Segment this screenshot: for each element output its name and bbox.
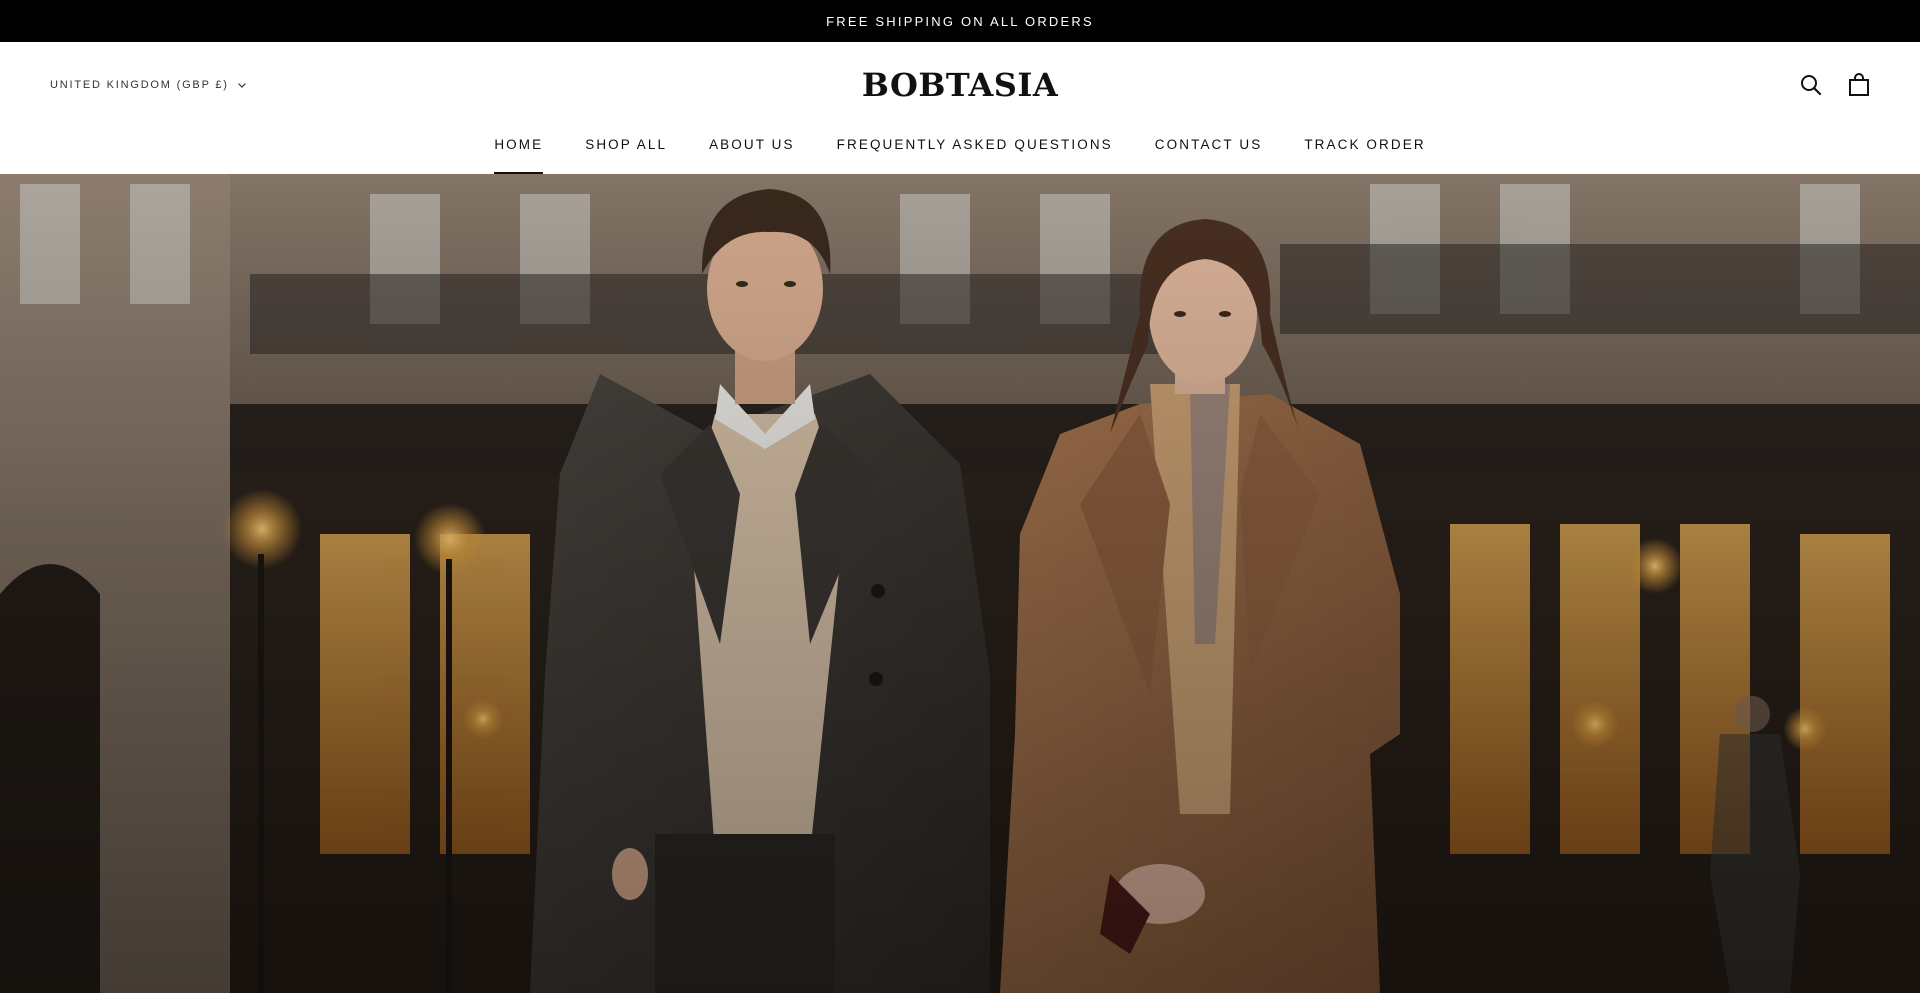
cart-icon [1849,73,1869,96]
nav-item-label: ABOUT US [709,137,795,152]
main-nav: HOME SHOP ALL ABOUT US FREQUENTLY ASKED … [0,134,1920,174]
nav-item-label: FREQUENTLY ASKED QUESTIONS [836,137,1113,152]
currency-label: UNITED KINGDOM (GBP £) [50,79,229,91]
nav-item-label: SHOP ALL [585,137,668,152]
hero-banner[interactable] [0,174,1920,993]
nav-item-label: HOME [494,137,544,152]
currency-selector[interactable]: UNITED KINGDOM (GBP £) [50,79,247,91]
nav-item-about-us[interactable]: ABOUT US [709,134,795,174]
site-header: UNITED KINGDOM (GBP £) BOBTASIA HOME SHO… [0,42,1920,174]
site-logo-wrap: BOBTASIA [0,66,1920,104]
site-logo[interactable]: BOBTASIA [862,66,1058,104]
nav-item-track-order[interactable]: TRACK ORDER [1304,134,1425,174]
nav-item-faq[interactable]: FREQUENTLY ASKED QUESTIONS [837,134,1113,174]
announcement-bar: FREE SHIPPING ON ALL ORDERS [0,0,1920,42]
search-button[interactable] [1798,72,1824,98]
cart-button[interactable] [1846,72,1872,98]
announcement-text: FREE SHIPPING ON ALL ORDERS [826,13,1094,29]
chevron-down-icon [237,83,246,88]
nav-item-label: CONTACT US [1154,137,1263,152]
nav-item-home[interactable]: HOME [494,134,544,174]
nav-item-contact-us[interactable]: CONTACT US [1155,134,1263,174]
nav-item-label: TRACK ORDER [1304,137,1426,152]
nav-item-shop-all[interactable]: SHOP ALL [585,134,667,174]
header-actions [1798,72,1872,98]
hero-image [0,174,1920,993]
search-icon [1801,75,1822,96]
